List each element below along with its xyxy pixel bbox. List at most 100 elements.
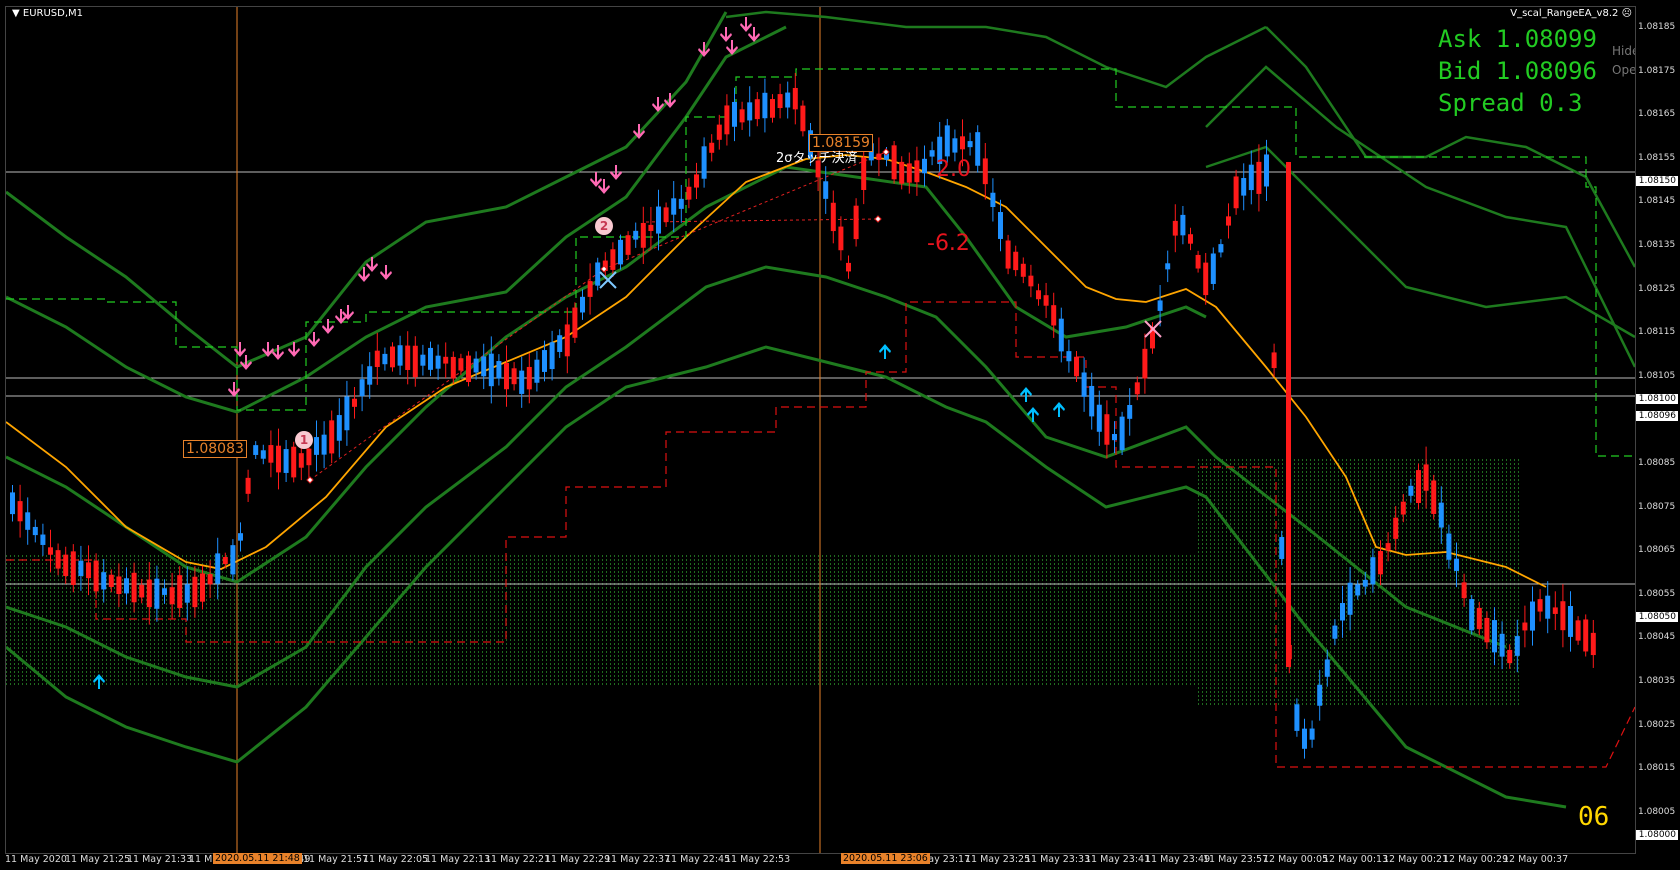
bearish-candle [876, 153, 882, 160]
bullish-candle [283, 449, 289, 473]
bearish-candle [131, 572, 137, 603]
bearish-candle [1583, 619, 1589, 652]
open-button[interactable]: Open [1612, 63, 1635, 77]
symbol-timeframe-label[interactable]: ▼ EURUSD,M1 [12, 8, 83, 19]
touch-settlement-note: 2σタッチ決済 [776, 151, 858, 166]
bearish-candle [800, 105, 806, 132]
price-line-label: 1.08100 [1636, 393, 1678, 404]
sell-arrow-icon [228, 382, 240, 397]
time-tick-label: 11 May 22:37 [605, 854, 671, 865]
price-tick-label: 1.08075 [1638, 501, 1676, 512]
bearish-candle [1226, 216, 1231, 226]
bearish-candle [291, 446, 297, 478]
bullish-candle [1241, 178, 1247, 196]
chart-window[interactable]: ▼ EURUSD,M1 V_scal_RangeEA_v8.2 ☹ Ask 1.… [0, 0, 1680, 870]
bearish-candle [458, 358, 464, 371]
bearish-candle [960, 136, 965, 150]
price-tick-label: 1.08045 [1638, 632, 1676, 643]
time-tick-label: 11 May 22:53 [725, 854, 791, 865]
bearish-candle [17, 501, 23, 522]
bullish-candle [732, 101, 737, 127]
menu-arrow-icon[interactable]: ▼ [12, 8, 20, 19]
price-line-label: 1.08096 [1636, 411, 1678, 422]
bullish-candle [238, 533, 243, 541]
bearish-candle [1005, 240, 1011, 269]
time-tick-label: 11 May 22:21 [485, 854, 551, 865]
bearish-candle [625, 235, 631, 255]
bearish-candle [1416, 470, 1421, 503]
time-axis[interactable]: 11 May 202011 May 21:2511 May 21:3311 M2… [5, 852, 1634, 870]
ea-status-face-icon: ☹ [1621, 8, 1632, 19]
bullish-candle [1279, 537, 1285, 559]
price-line-label: 1.08050 [1636, 611, 1678, 622]
range-box-2 [1196, 457, 1521, 707]
bullish-candle [1514, 636, 1520, 656]
price-tick-label: 1.08175 [1638, 65, 1676, 76]
price-tick-label: 1.08085 [1638, 458, 1676, 468]
bearish-candle [1271, 352, 1277, 369]
bullish-candle [678, 198, 684, 209]
entry-point-icon [874, 215, 882, 223]
buy-arrow-icon [879, 344, 891, 359]
bearish-candle [724, 105, 730, 135]
price-chart-area[interactable]: ▼ EURUSD,M1 V_scal_RangeEA_v8.2 ☹ Ask 1.… [5, 6, 1636, 854]
bearish-candle [504, 362, 509, 390]
time-tick-label: 11 May 21:57 [303, 854, 369, 865]
bullish-candle [1355, 584, 1361, 596]
bearish-candle [374, 350, 380, 368]
bullish-candle [10, 492, 15, 515]
bearish-candle [861, 157, 867, 191]
hide-button[interactable]: Hide [1612, 44, 1635, 58]
trade-marker-2: 2 [595, 217, 613, 235]
bearish-candle [1233, 176, 1239, 209]
bearish-candle [1028, 275, 1034, 287]
time-tick-label: 11 May 23:41 [1085, 854, 1151, 865]
price-axis[interactable]: 1.08185 1.08175 1.08165 1.08155 1.08145 1.081… [1636, 6, 1680, 852]
bearish-candle [1256, 161, 1262, 194]
bullish-candle [1248, 164, 1254, 191]
bullish-candle [215, 553, 221, 584]
bullish-candle [1112, 434, 1117, 441]
bearish-candle [914, 160, 920, 183]
price-tick-label: 1.08115 [1638, 327, 1676, 338]
bullish-candle [671, 198, 677, 215]
bearish-candle [1020, 263, 1026, 277]
spread-display: Spread 0.3 [1438, 89, 1583, 117]
bearish-candle [830, 202, 836, 232]
price-tick-label: 1.08035 [1638, 676, 1676, 686]
bid-price-display: Bid 1.08096 [1438, 57, 1597, 85]
bullish-candle [260, 450, 266, 459]
bearish-candle [1013, 251, 1019, 271]
bearish-candle [1423, 464, 1429, 491]
price-tick-label: 1.08145 [1638, 196, 1676, 207]
bullish-candle [397, 345, 403, 366]
bearish-candle [716, 124, 722, 140]
bearish-candle [298, 453, 304, 468]
price-tick-label: 1.08165 [1638, 109, 1676, 120]
expert-advisor-label[interactable]: V_scal_RangeEA_v8.2 ☹ [1510, 8, 1632, 19]
bullish-candle [1499, 633, 1505, 657]
bullish-candle [435, 355, 441, 369]
bearish-candle [116, 576, 122, 595]
price-tick-label: 1.08125 [1638, 283, 1676, 294]
bullish-candle [1264, 154, 1269, 187]
spike-bearish-candle [1286, 162, 1291, 667]
bearish-candle [1461, 582, 1467, 599]
bullish-candle [1157, 300, 1163, 311]
time-tick-label: 12 May 00:05 [1263, 854, 1329, 865]
bullish-candle [1218, 244, 1224, 253]
bullish-candle [1180, 214, 1186, 236]
bullish-candle [32, 526, 38, 536]
bearish-candle [1560, 601, 1566, 631]
bullish-candle [1066, 351, 1072, 362]
time-tick-label: 12 May 00:21 [1383, 854, 1449, 865]
bearish-candle [146, 579, 152, 608]
bullish-candle [473, 358, 479, 373]
entry-price-label-1: 1.08083 [183, 440, 247, 458]
bearish-candle [1400, 501, 1406, 515]
bearish-candle [640, 222, 646, 248]
price-tick-label: 1.08135 [1638, 240, 1676, 250]
bullish-candle [1058, 318, 1064, 352]
bearish-candle [982, 158, 988, 185]
bullish-candle [1362, 579, 1368, 587]
